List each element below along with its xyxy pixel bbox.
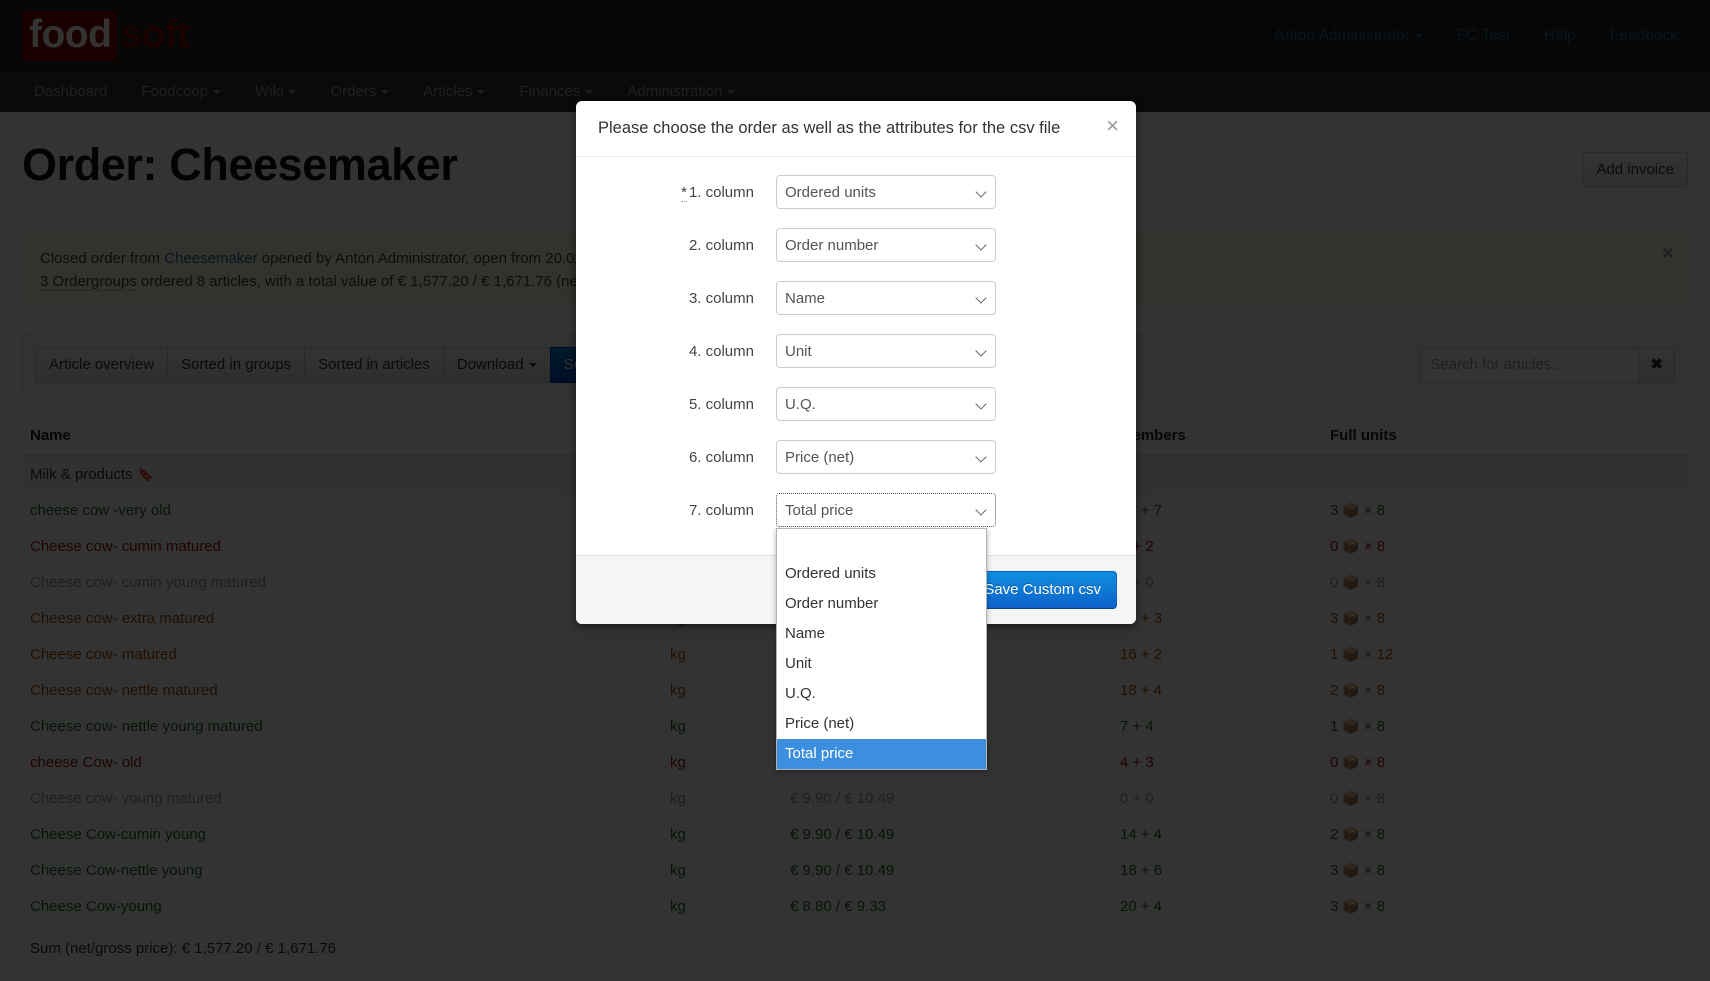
column-select-row-1: *1. columnOrdered unitsOrder numberNameU…: [598, 175, 1114, 209]
column-select-control-5[interactable]: Ordered unitsOrder numberNameUnitU.Q.Pri…: [776, 387, 996, 421]
column-select-label: 2. column: [598, 237, 776, 254]
modal-title: Please choose the order as well as the a…: [598, 118, 1118, 139]
column-select-label: 3. column: [598, 290, 776, 307]
column-select-control-2[interactable]: Ordered unitsOrder numberNameUnitU.Q.Pri…: [776, 228, 996, 262]
column-select-control-7[interactable]: Ordered unitsOrder numberNameUnitU.Q.Pri…: [776, 493, 996, 527]
column-label-text: 6. column: [689, 449, 754, 466]
column-select-control-3[interactable]: Ordered unitsOrder numberNameUnitU.Q.Pri…: [776, 281, 996, 315]
option-item[interactable]: U.Q.: [777, 679, 986, 709]
column-select-6[interactable]: Ordered unitsOrder numberNameUnitU.Q.Pri…: [776, 440, 996, 474]
option-item[interactable]: Ordered units: [777, 559, 986, 589]
option-item[interactable]: Order number: [777, 589, 986, 619]
column-select-label: 6. column: [598, 449, 776, 466]
column-select-label: *1. column: [598, 184, 776, 201]
option-item[interactable]: Unit: [777, 649, 986, 679]
modal-body: *1. columnOrdered unitsOrder numberNameU…: [576, 157, 1136, 555]
column-select-options-list[interactable]: Ordered unitsOrder numberNameUnitU.Q.Pri…: [776, 528, 987, 770]
column-select-row-7: 7. column Ordered unitsOrder numberNameUn…: [598, 493, 1114, 527]
column-label-text: 5. column: [689, 396, 754, 413]
column-select-control-4[interactable]: Ordered unitsOrder numberNameUnitU.Q.Pri…: [776, 334, 996, 368]
column-select-3[interactable]: Ordered unitsOrder numberNameUnitU.Q.Pri…: [776, 281, 996, 315]
column-label-text: 3. column: [689, 290, 754, 307]
csv-options-modal: Please choose the order as well as the a…: [576, 101, 1136, 624]
option-item[interactable]: [777, 529, 986, 559]
column-select-control-1[interactable]: Ordered unitsOrder numberNameUnitU.Q.Pri…: [776, 175, 996, 209]
column-select-7[interactable]: Ordered unitsOrder numberNameUnitU.Q.Pri…: [776, 493, 996, 527]
column-label-text: 2. column: [689, 237, 754, 254]
column-select-row-3: 3. column Ordered unitsOrder numberNameUn…: [598, 281, 1114, 315]
column-select-2[interactable]: Ordered unitsOrder numberNameUnitU.Q.Pri…: [776, 228, 996, 262]
modal-header: Please choose the order as well as the a…: [576, 101, 1136, 157]
column-select-5[interactable]: Ordered unitsOrder numberNameUnitU.Q.Pri…: [776, 387, 996, 421]
column-select-row-6: 6. column Ordered unitsOrder numberNameUn…: [598, 440, 1114, 474]
option-item[interactable]: Total price: [777, 739, 986, 769]
option-item[interactable]: Name: [777, 619, 986, 649]
column-select-label: 5. column: [598, 396, 776, 413]
required-marker: *: [681, 184, 687, 202]
column-select-label: 7. column: [598, 502, 776, 519]
column-label-text: 1. column: [689, 184, 754, 201]
column-label-text: 7. column: [689, 502, 754, 519]
column-label-text: 4. column: [689, 343, 754, 360]
column-select-4[interactable]: Ordered unitsOrder numberNameUnitU.Q.Pri…: [776, 334, 996, 368]
column-select-1[interactable]: Ordered unitsOrder numberNameUnitU.Q.Pri…: [776, 175, 996, 209]
save-custom-csv-button[interactable]: Save Custom csv: [968, 571, 1117, 609]
close-icon[interactable]: ×: [1106, 115, 1119, 137]
column-select-row-4: 4. column Ordered unitsOrder numberNameUn…: [598, 334, 1114, 368]
column-select-row-5: 5. column Ordered unitsOrder numberNameUn…: [598, 387, 1114, 421]
column-select-control-6[interactable]: Ordered unitsOrder numberNameUnitU.Q.Pri…: [776, 440, 996, 474]
option-item[interactable]: Price (net): [777, 709, 986, 739]
column-select-label: 4. column: [598, 343, 776, 360]
column-select-row-2: 2. column Ordered unitsOrder numberNameUn…: [598, 228, 1114, 262]
